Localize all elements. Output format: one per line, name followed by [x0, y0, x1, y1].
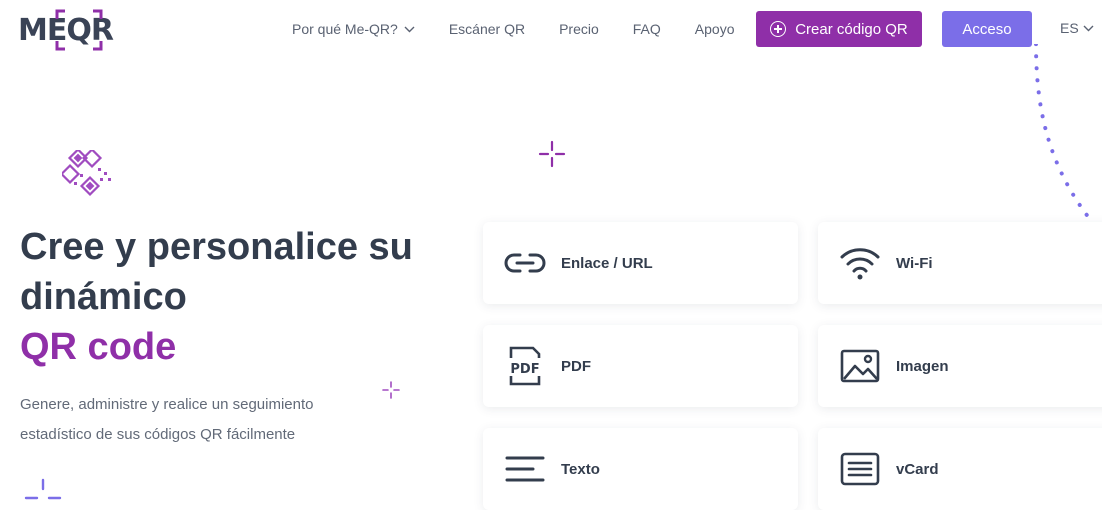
nav-support[interactable]: Apoyo: [695, 21, 735, 37]
create-qr-button[interactable]: Crear código QR: [756, 11, 922, 47]
hero-title-accent: QR code: [20, 326, 177, 368]
vcard-icon: [838, 447, 882, 491]
qr-type-pdf-card[interactable]: PDF PDF: [483, 325, 798, 407]
login-button[interactable]: Acceso: [942, 11, 1032, 47]
hero-title-line2: dinámico: [20, 276, 187, 318]
sparkle-icon: [538, 140, 566, 168]
pdf-icon: PDF: [503, 344, 547, 388]
text-icon: [503, 447, 547, 491]
qr-type-wifi-card[interactable]: Wi-Fi: [818, 222, 1102, 304]
qr-type-link-label: Enlace / URL: [561, 254, 653, 272]
sparkle-small-icon: [382, 381, 400, 399]
nav-why-meqr-label: Por qué Me-QR?: [292, 21, 398, 37]
nav-why-meqr[interactable]: Por qué Me-QR?: [292, 21, 415, 37]
nav-faq[interactable]: FAQ: [633, 21, 661, 37]
hero-title-line1: Cree y personalice su: [20, 226, 413, 268]
link-icon: [503, 241, 547, 285]
qr-type-image-card[interactable]: Imagen: [818, 325, 1102, 407]
chevron-down-icon: [1083, 25, 1094, 31]
main-nav: Por qué Me-QR? Escáner QR Precio FAQ Apo…: [292, 0, 734, 58]
qr-type-vcard-label: vCard: [896, 460, 939, 478]
qr-type-image-label: Imagen: [896, 357, 949, 375]
hero-title: Cree y personalice su dinámico QR code: [20, 222, 460, 372]
qr-type-wifi-label: Wi-Fi: [896, 254, 933, 272]
qr-type-text-card[interactable]: Texto: [483, 428, 798, 510]
logo-frame-icon: [55, 9, 103, 51]
plus-circle-icon: [770, 21, 787, 37]
nav-scanner[interactable]: Escáner QR: [449, 21, 525, 37]
qr-type-vcard-card[interactable]: vCard: [818, 428, 1102, 510]
create-qr-label: Crear código QR: [795, 20, 908, 38]
sparkle-bottom-icon: [24, 478, 62, 500]
dotted-arc-decoration: [1034, 44, 1102, 236]
image-icon: [838, 344, 882, 388]
svg-text:PDF: PDF: [510, 362, 539, 377]
hero-subtitle: Genere, administre y realice un seguimie…: [20, 396, 314, 443]
logo[interactable]: ME QR: [18, 8, 114, 52]
chevron-down-icon: [404, 26, 415, 32]
qr-diamond-icon: [62, 150, 111, 197]
qr-type-text-label: Texto: [561, 460, 600, 478]
qr-type-link-card[interactable]: Enlace / URL: [483, 222, 798, 304]
language-label: ES: [1060, 20, 1079, 36]
qr-type-pdf-label: PDF: [561, 357, 591, 375]
language-selector[interactable]: ES: [1060, 20, 1094, 36]
wifi-icon: [838, 241, 882, 285]
nav-pricing[interactable]: Precio: [559, 21, 599, 37]
